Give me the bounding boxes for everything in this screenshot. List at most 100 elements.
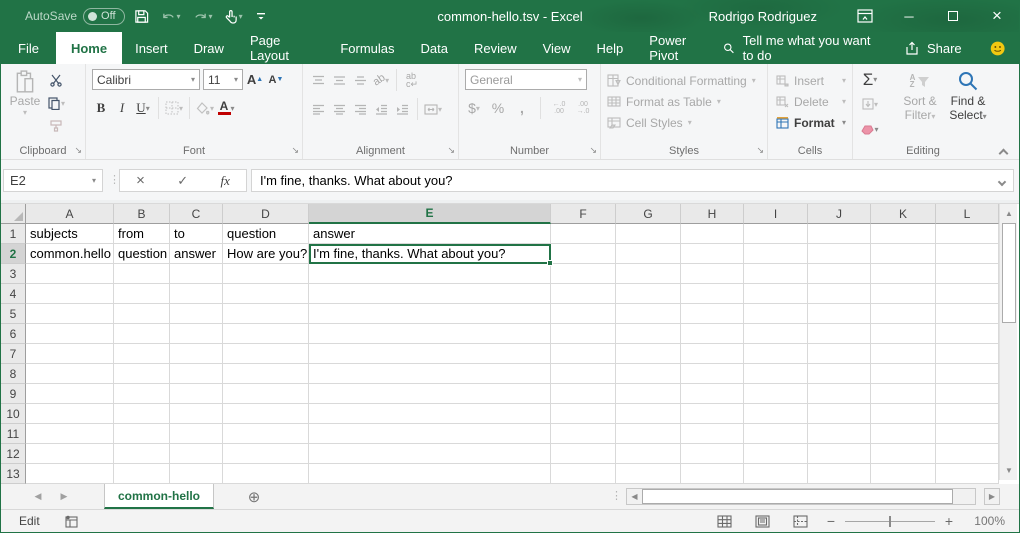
cell-D12[interactable]	[223, 444, 309, 464]
cell-G12[interactable]	[616, 444, 681, 464]
tab-draw[interactable]: Draw	[181, 32, 237, 64]
grow-font-button[interactable]: A▲	[246, 70, 264, 90]
format-as-table-button[interactable]: Format as Table▾	[607, 92, 761, 111]
row-header-5[interactable]: 5	[1, 304, 26, 324]
cell-G13[interactable]	[616, 464, 681, 484]
cell-J6[interactable]	[808, 324, 871, 344]
cell-I7[interactable]	[744, 344, 808, 364]
cell-B1[interactable]: from	[114, 224, 170, 244]
cell-C8[interactable]	[170, 364, 223, 384]
tab-insert[interactable]: Insert	[122, 32, 181, 64]
cell-A7[interactable]	[26, 344, 114, 364]
cell-D13[interactable]	[223, 464, 309, 484]
cell-G5[interactable]	[616, 304, 681, 324]
column-header-E[interactable]: E	[309, 204, 551, 224]
row-header-9[interactable]: 9	[1, 384, 26, 404]
cell-E4[interactable]	[309, 284, 551, 304]
cell-G3[interactable]	[616, 264, 681, 284]
cell-A12[interactable]	[26, 444, 114, 464]
cell-C11[interactable]	[170, 424, 223, 444]
column-header-A[interactable]: A	[26, 204, 114, 224]
sort-filter-button[interactable]: AZ Sort &Filter▾	[897, 68, 943, 124]
cell-A11[interactable]	[26, 424, 114, 444]
cell-G11[interactable]	[616, 424, 681, 444]
column-header-J[interactable]: J	[808, 204, 871, 224]
cell-I10[interactable]	[744, 404, 808, 424]
cell-F7[interactable]	[551, 344, 616, 364]
close-button[interactable]: ×	[975, 0, 1019, 32]
cell-K2[interactable]	[871, 244, 936, 264]
cell-D2[interactable]: How are you?	[223, 244, 309, 264]
row-header-4[interactable]: 4	[1, 284, 26, 304]
formula-input[interactable]: I'm fine, thanks. What about you?	[251, 169, 1014, 192]
cell-G7[interactable]	[616, 344, 681, 364]
tell-me-search[interactable]: Tell me what you want to do	[723, 33, 900, 63]
cell-D11[interactable]	[223, 424, 309, 444]
cell-B11[interactable]	[114, 424, 170, 444]
vertical-scroll-thumb[interactable]	[1002, 223, 1016, 323]
cell-D6[interactable]	[223, 324, 309, 344]
shrink-font-button[interactable]: A▼	[267, 70, 285, 90]
cell-styles-button[interactable]: Cell Styles▾	[607, 113, 761, 132]
tab-review[interactable]: Review	[461, 32, 530, 64]
zoom-out-button[interactable]: −	[819, 513, 843, 529]
column-header-I[interactable]: I	[744, 204, 808, 224]
fill-handle[interactable]	[547, 260, 553, 266]
cell-A4[interactable]	[26, 284, 114, 304]
normal-view-button[interactable]	[705, 510, 743, 532]
cell-L8[interactable]	[936, 364, 999, 384]
align-bottom-button[interactable]	[351, 70, 369, 90]
bold-button[interactable]: B	[92, 98, 110, 118]
column-header-B[interactable]: B	[114, 204, 170, 224]
save-icon[interactable]	[131, 4, 152, 28]
cell-B9[interactable]	[114, 384, 170, 404]
cell-L9[interactable]	[936, 384, 999, 404]
cell-F6[interactable]	[551, 324, 616, 344]
zoom-slider[interactable]	[845, 521, 935, 522]
clipboard-dialog-launcher[interactable]: ↘	[74, 145, 82, 156]
styles-dialog-launcher[interactable]: ↘	[756, 145, 764, 156]
collapse-ribbon-button[interactable]	[1000, 144, 1009, 153]
cell-K5[interactable]	[871, 304, 936, 324]
cell-B8[interactable]	[114, 364, 170, 384]
find-select-button[interactable]: Find &Select▾	[945, 68, 991, 124]
cell-I2[interactable]	[744, 244, 808, 264]
align-left-button[interactable]	[309, 99, 327, 119]
fill-color-button[interactable]: ▾	[196, 98, 214, 118]
cell-G4[interactable]	[616, 284, 681, 304]
tab-formulas[interactable]: Formulas	[327, 32, 407, 64]
cell-A3[interactable]	[26, 264, 114, 284]
comma-style-button[interactable]: ,	[513, 98, 531, 118]
cell-D9[interactable]	[223, 384, 309, 404]
column-header-H[interactable]: H	[681, 204, 744, 224]
cell-E13[interactable]	[309, 464, 551, 484]
column-header-F[interactable]: F	[551, 204, 616, 224]
ribbon-display-options-button[interactable]	[843, 0, 887, 32]
cell-D8[interactable]	[223, 364, 309, 384]
cell-B5[interactable]	[114, 304, 170, 324]
cell-J4[interactable]	[808, 284, 871, 304]
cell-C10[interactable]	[170, 404, 223, 424]
cell-J11[interactable]	[808, 424, 871, 444]
cell-F11[interactable]	[551, 424, 616, 444]
paste-button[interactable]: Paste ▾	[5, 70, 45, 117]
row-header-11[interactable]: 11	[1, 424, 26, 444]
cell-E8[interactable]	[309, 364, 551, 384]
cell-J9[interactable]	[808, 384, 871, 404]
fill-button[interactable]: ▾	[861, 94, 879, 114]
insert-function-button[interactable]: fx	[220, 173, 229, 189]
delete-cells-button[interactable]: Delete▾	[776, 92, 846, 111]
cell-E1[interactable]: answer	[309, 224, 551, 244]
cell-D7[interactable]	[223, 344, 309, 364]
column-header-K[interactable]: K	[871, 204, 936, 224]
scroll-down-icon[interactable]: ▼	[1001, 462, 1017, 479]
cell-G9[interactable]	[616, 384, 681, 404]
formula-bar-expand-icon[interactable]	[999, 173, 1005, 188]
percent-style-button[interactable]: %	[489, 98, 507, 118]
increase-indent-button[interactable]	[393, 99, 411, 119]
cell-L4[interactable]	[936, 284, 999, 304]
row-header-1[interactable]: 1	[1, 224, 26, 244]
cell-C9[interactable]	[170, 384, 223, 404]
cell-K6[interactable]	[871, 324, 936, 344]
cell-B7[interactable]	[114, 344, 170, 364]
